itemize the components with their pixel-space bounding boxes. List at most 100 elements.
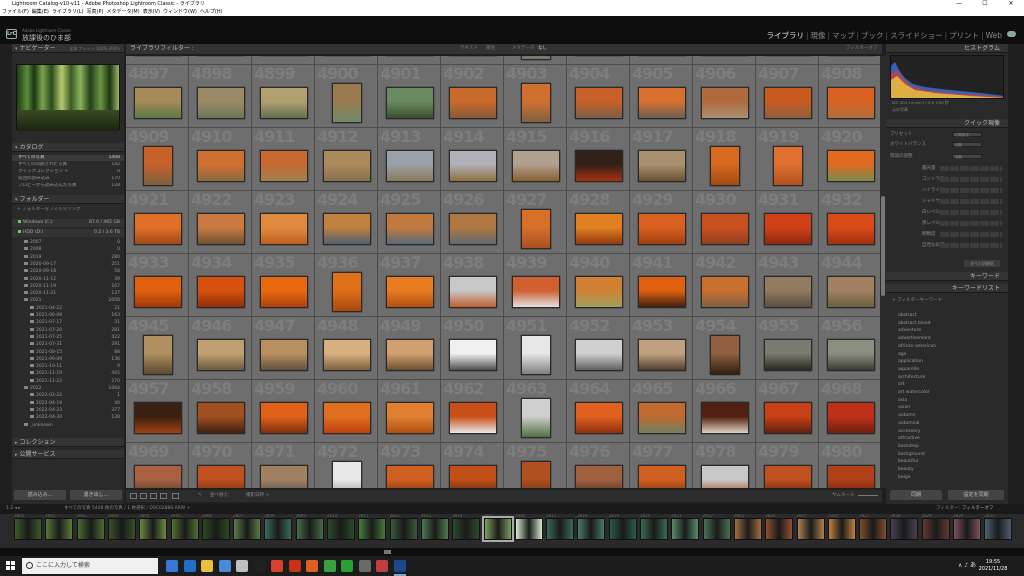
folder-filter[interactable]: + フォルダーをフィルタリング (12, 207, 124, 213)
grid-cell[interactable]: 4931 (756, 191, 819, 254)
film-thumbnail[interactable] (420, 518, 449, 540)
grid-cell[interactable]: 4930 (693, 191, 756, 254)
keyword-item[interactable]: art (898, 381, 904, 389)
filter-option[interactable]: メタデータ (512, 44, 535, 54)
photo-thumbnail[interactable] (709, 335, 740, 375)
grid-cell[interactable] (252, 56, 315, 65)
film-thumbnail[interactable] (170, 518, 199, 540)
folder-row[interactable]: 2021-07-25 422 (30, 334, 120, 341)
film-thumbnail[interactable] (295, 518, 324, 540)
qd-preset-select[interactable]: 初期設定 (952, 132, 982, 137)
grid-cell[interactable]: 4956 (819, 317, 880, 380)
keyword-item[interactable]: beige (898, 474, 911, 482)
photo-thumbnail[interactable] (511, 276, 560, 308)
folder-row[interactable]: 2020-11-21 137 (24, 291, 120, 297)
folder-row[interactable]: 2021-09-09 136 (30, 356, 120, 363)
menu-item[interactable]: ファイル(F) (2, 9, 29, 15)
film-thumbnail[interactable] (827, 518, 856, 540)
grid-cell[interactable]: 4949 (378, 317, 441, 380)
film-thumbnail[interactable] (733, 518, 762, 540)
film-thumbnail[interactable] (514, 518, 543, 540)
grid-cell[interactable]: 4926 (441, 191, 504, 254)
grid-cell[interactable]: 4935 (252, 254, 315, 317)
folder-row[interactable]: 2020-09-17 251 (24, 261, 120, 268)
photo-thumbnail[interactable] (142, 146, 173, 186)
catalog-item[interactable]: すべての写真 5408 (12, 155, 124, 161)
module-tab[interactable]: 現像 (810, 31, 825, 40)
taskbar-app-icon[interactable] (323, 560, 336, 572)
keyword-item[interactable]: age (898, 351, 906, 359)
scroll-thumb[interactable] (881, 196, 885, 296)
grid-cell[interactable]: 4922 (189, 191, 252, 254)
photo-thumbnail[interactable] (385, 213, 434, 245)
grid-cell[interactable]: 4940 (567, 254, 630, 317)
film-thumbnail[interactable] (481, 516, 514, 542)
photo-thumbnail[interactable] (385, 276, 434, 308)
photo-thumbnail[interactable] (331, 461, 362, 488)
grid-cell[interactable] (315, 56, 378, 65)
grid-cell[interactable]: 4957 (126, 380, 189, 443)
grid-view-icon[interactable] (130, 493, 137, 499)
photo-thumbnail[interactable] (637, 402, 686, 434)
folder-row[interactable]: 2022-02-22 1 (30, 393, 120, 399)
module-tab[interactable]: Web (986, 31, 1002, 40)
grid-cell[interactable] (378, 56, 441, 65)
catalog-item[interactable]: クイックコレクション + 0 (12, 169, 124, 175)
keyword-item[interactable]: attractive (898, 435, 920, 443)
grid-cell[interactable]: 4914 (441, 128, 504, 191)
navigator-header[interactable]: ▾ ナビゲーター 全体 フィット 100% 300% (12, 44, 124, 53)
minimize-button[interactable]: — (946, 0, 972, 8)
taskbar-app-icon[interactable] (236, 560, 248, 572)
taskbar-app-icon[interactable] (393, 560, 406, 572)
folders-header[interactable]: ▾ フォルダー (12, 195, 124, 204)
import-button[interactable]: 読み込み... (14, 490, 66, 500)
grid-cell[interactable]: 4947 (252, 317, 315, 380)
photo-thumbnail[interactable] (196, 339, 245, 371)
cloud-sync-icon[interactable] (1007, 31, 1016, 37)
catalog-item[interactable]: 前回の読み込み 170 (12, 176, 124, 182)
grid-cell[interactable]: 4942 (693, 254, 756, 317)
grid-cell[interactable]: 4953 (630, 317, 693, 380)
grid-cell[interactable]: 4967 (756, 380, 819, 443)
photo-thumbnail[interactable] (259, 465, 308, 488)
windows-start-icon[interactable] (6, 561, 16, 571)
photo-thumbnail[interactable] (574, 150, 623, 182)
folder-row[interactable]: 2021-07-17 31 (30, 320, 120, 326)
photo-thumbnail[interactable] (322, 402, 371, 434)
film-thumbnail[interactable] (14, 518, 42, 540)
compare-view-icon[interactable] (150, 493, 157, 499)
photo-thumbnail[interactable] (322, 339, 371, 371)
filmstrip-source[interactable]: すべての写真 5408 枚の写真 / 1 枚選択 / DSC02880.ARW … (64, 504, 190, 514)
qd-step-buttons[interactable] (940, 232, 1002, 237)
menu-item[interactable]: 編集(E) (32, 9, 49, 15)
photo-thumbnail[interactable] (259, 402, 308, 434)
grid-cell[interactable]: 4915 (504, 128, 567, 191)
grid-cell[interactable]: 4968 (819, 380, 880, 443)
keyword-item[interactable]: african american (898, 343, 936, 351)
menu-item[interactable]: ライブラリ(L) (52, 9, 84, 15)
grid-cell[interactable]: 4901 (378, 65, 441, 128)
folder-row[interactable]: 2021-07-31 291 (30, 342, 120, 348)
film-thumbnail[interactable] (577, 518, 606, 540)
grid-cell[interactable]: 4925 (378, 191, 441, 254)
grid-cell[interactable]: 4917 (630, 128, 693, 191)
grid-cell[interactable]: 4939 (504, 254, 567, 317)
grid-cell[interactable]: 4937 (378, 254, 441, 317)
grid-cell[interactable] (756, 56, 819, 65)
keyword-item[interactable]: background (898, 451, 925, 459)
film-thumbnail[interactable] (201, 518, 230, 540)
folder-row[interactable]: 2021-07-20 281 (30, 327, 120, 334)
folder-row[interactable]: 2021-04-22 21 (30, 305, 120, 312)
filter-preset[interactable]: フィルターオフ (846, 44, 877, 54)
grid-cell[interactable] (189, 56, 252, 65)
grid-cell[interactable] (126, 56, 189, 65)
grid-cell[interactable]: 4961 (378, 380, 441, 443)
grid-cell[interactable]: 4904 (567, 65, 630, 128)
keyword-item[interactable]: beautiful (898, 458, 918, 466)
maximize-button[interactable]: ☐ (972, 0, 998, 8)
photo-thumbnail[interactable] (700, 465, 749, 488)
photo-thumbnail[interactable] (826, 402, 875, 434)
photo-thumbnail[interactable] (196, 87, 245, 119)
grid-cell[interactable]: 4979 (756, 443, 819, 488)
collections-header[interactable]: ▸ コレクション (12, 438, 124, 447)
